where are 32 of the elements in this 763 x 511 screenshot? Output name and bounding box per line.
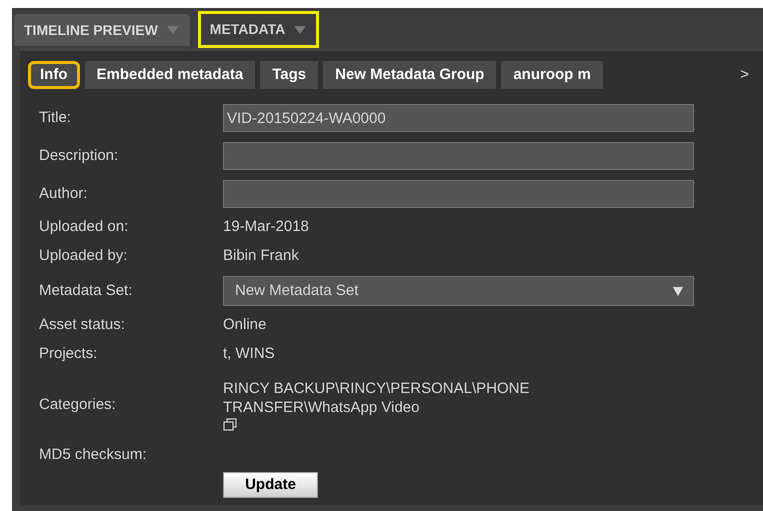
field-value: RINCY BACKUP\RINCY\PERSONAL\PHONE TRANSFER\WhatsApp Video (223, 379, 530, 417)
field-value: 19-Mar-2018 (223, 217, 309, 238)
field-label: Title: (39, 108, 72, 128)
field-value: Online (223, 315, 266, 336)
field-label: Author: (39, 184, 88, 204)
panel-tab[interactable]: METADATA (198, 11, 320, 48)
panel-tab[interactable]: TIMELINE PREVIEW (14, 14, 190, 46)
field-label: Asset status: (39, 315, 126, 336)
caret-icon (293, 24, 308, 34)
field-label: Uploaded on: (39, 217, 130, 238)
field-label: Uploaded by: (39, 246, 128, 266)
field-label: Projects: (39, 344, 98, 364)
update-button[interactable]: Update (223, 472, 318, 498)
sub-tab[interactable]: Tags (260, 61, 318, 89)
text-input[interactable] (223, 142, 694, 170)
field-value: t, WINS (223, 344, 275, 364)
sub-tab[interactable]: Embedded metadata (84, 61, 256, 89)
field-label: Metadata Set: (39, 280, 134, 301)
more-tabs-arrow[interactable]: > (740, 64, 749, 86)
dropdown-arrow-icon (673, 286, 683, 296)
metadata-set-dropdown[interactable]: New Metadata Set (223, 276, 694, 306)
field-value: Bibin Frank (223, 246, 299, 266)
sub-tab[interactable]: anuroop m (501, 61, 603, 89)
caret-icon (166, 25, 180, 35)
sub-tab[interactable]: Info (28, 61, 80, 89)
sub-tab[interactable]: New Metadata Group (323, 61, 496, 89)
text-input[interactable] (223, 180, 694, 208)
copy-icon[interactable] (223, 417, 239, 431)
field-label: Categories: (39, 394, 117, 415)
field-label: Description: (39, 146, 120, 166)
field-label: MD5 checksum: (39, 445, 148, 466)
text-input[interactable]: VID-20150224-WA0000 (223, 104, 694, 132)
